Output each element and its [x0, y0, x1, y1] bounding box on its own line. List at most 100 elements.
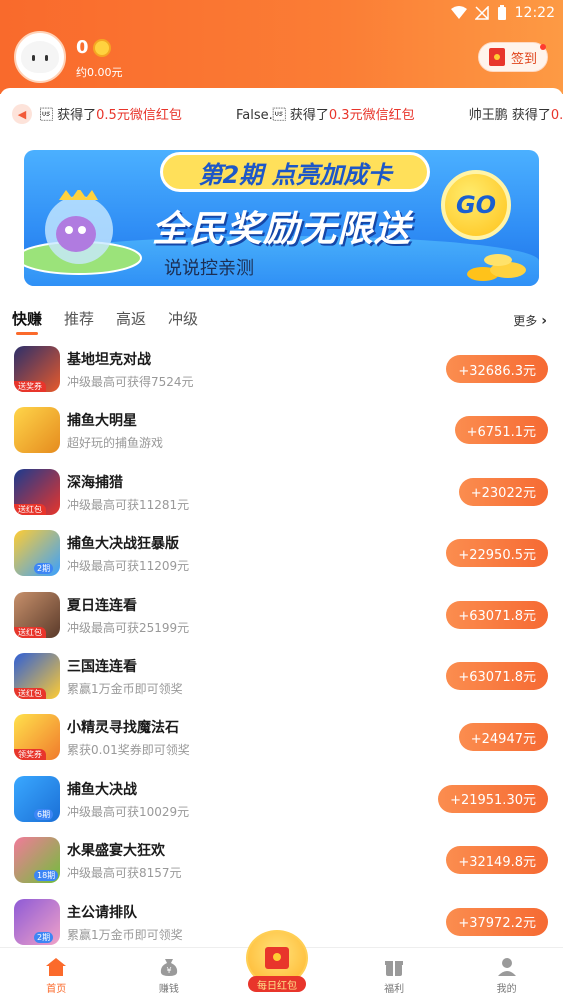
- nav-welfare-label: 福利: [384, 984, 405, 995]
- game-row[interactable]: 6期 捕鱼大决战冲级最高可获10029元 +21951.30元: [0, 770, 563, 831]
- nav-home[interactable]: 首页: [0, 948, 113, 1000]
- game-description: 冲级最高可获得7524元: [67, 375, 194, 389]
- game-icon-badge: 送红包: [14, 503, 46, 515]
- tab-recommend[interactable]: 推荐: [64, 308, 94, 335]
- game-row[interactable]: 捕鱼大明星超好玩的捕鱼游戏 +6751.1元: [0, 401, 563, 462]
- game-row[interactable]: 18期 水果盛宴大狂欢冲级最高可获8157元 +32149.8元: [0, 831, 563, 892]
- red-envelope-icon: [488, 48, 505, 66]
- avatar-face-icon: [21, 41, 59, 73]
- ticker-items: 获得了0.5元微信红包 False. 获得了0.3元微信红包 帅王鹏 获得了0.…: [40, 104, 563, 123]
- nav-earn[interactable]: ¥ 赚钱: [113, 948, 226, 1000]
- header: 12:22 0 约0.00元 签到: [0, 0, 563, 94]
- game-description: 冲级最高可获11281元: [67, 497, 190, 512]
- profile-icon: [497, 958, 516, 976]
- reward-button[interactable]: +32149.8元: [446, 846, 548, 875]
- ticker-item: False. 获得了0.3元微信红包: [236, 104, 415, 123]
- reward-button[interactable]: +23022元: [458, 477, 548, 506]
- ticker-user: False.: [235, 108, 286, 123]
- reward-button[interactable]: +24947元: [458, 723, 548, 752]
- game-icon: 18期: [14, 837, 60, 884]
- game-icon: 送红包: [14, 652, 60, 699]
- nav-profile[interactable]: 我的: [450, 948, 563, 1000]
- chevron-right-icon: ›: [541, 312, 547, 329]
- winner-ticker: ◀ 获得了0.5元微信红包 False. 获得了0.3元微信红包 帅王鹏 获得了…: [0, 88, 563, 134]
- ticker-amount: 0.5元微信红包: [96, 108, 182, 123]
- game-description: 冲级最高可获10029元: [67, 804, 190, 819]
- reward-button[interactable]: +37972.2元: [446, 907, 548, 936]
- game-name: 捕鱼大明星: [67, 413, 137, 430]
- game-name: 捕鱼大决战: [67, 781, 137, 798]
- tab-level-up[interactable]: 冲级: [168, 308, 198, 335]
- banner-tag: 第2期 点亮加成卡: [160, 152, 430, 192]
- game-name: 三国连连看: [67, 658, 137, 675]
- game-name: 夏日连连看: [67, 597, 137, 614]
- coin-balance: 0: [76, 37, 111, 58]
- coin-icon: [92, 38, 111, 57]
- ticker-text: 获得了: [511, 108, 551, 123]
- game-row[interactable]: 送奖券 基地坦克对战冲级最高可获得7524元 +32686.3元: [0, 340, 563, 401]
- game-icon-badge: 领奖券: [14, 749, 46, 761]
- game-icon: 送红包: [14, 591, 60, 638]
- game-description: 冲级最高可获8157元: [67, 866, 182, 881]
- game-period-badge: 2期: [34, 563, 54, 575]
- game-description: 累获0.01奖券即可领奖: [67, 743, 190, 758]
- reward-button[interactable]: +63071.8元: [446, 600, 548, 629]
- status-bar: 12:22: [450, 3, 555, 23]
- game-name: 基地坦克对战: [67, 352, 151, 368]
- game-row[interactable]: 送红包 深海捕猎冲级最高可获11281元 +23022元: [0, 463, 563, 524]
- watermark-text: 说说控亲测: [164, 258, 254, 279]
- wifi-icon: [450, 6, 467, 19]
- avatar[interactable]: [14, 31, 66, 83]
- game-icon: [14, 407, 60, 454]
- svg-text:¥: ¥: [166, 966, 171, 975]
- game-row[interactable]: 送红包 夏日连连看冲级最高可获25199元 +63071.8元: [0, 586, 563, 647]
- reward-button[interactable]: +21951.30元: [438, 784, 548, 813]
- game-icon-badge: 送红包: [14, 626, 46, 638]
- more-link[interactable]: 更多 ›: [513, 312, 547, 329]
- game-description: 累赢1万金币即可领奖: [67, 681, 183, 696]
- envelope-icon: [265, 947, 289, 969]
- ufo-mascot-icon: [24, 190, 142, 275]
- reward-button[interactable]: +6751.1元: [454, 416, 548, 445]
- battery-icon: [497, 5, 506, 20]
- banner-headline: 全民奖励无限送: [152, 209, 412, 250]
- game-description: 超好玩的捕鱼游戏: [67, 436, 164, 451]
- ticker-item: 获得了0.5元微信红包: [40, 104, 182, 123]
- game-icon-badge: 送红包: [14, 687, 46, 699]
- game-row[interactable]: 送红包 三国连连看累赢1万金币即可领奖 +63071.8元: [0, 647, 563, 708]
- yuan-balance: 约0.00元: [76, 66, 123, 79]
- promo-banner[interactable]: 第2期 点亮加成卡 全民奖励无限送 说说控亲测 GO: [24, 150, 539, 286]
- game-name: 水果盛宴大狂欢: [67, 843, 165, 860]
- notification-dot: [540, 44, 546, 50]
- ticker-text: 获得了: [57, 108, 97, 123]
- speaker-icon: ◀: [12, 104, 32, 124]
- game-period-badge: 6期: [34, 808, 54, 820]
- reward-button[interactable]: +22950.5元: [446, 539, 548, 568]
- game-period-badge: 2期: [34, 931, 54, 943]
- game-icon-badge: 送奖券: [14, 381, 46, 392]
- game-name: 深海捕猎: [67, 474, 123, 491]
- game-icon: 2期: [14, 898, 60, 945]
- game-description: 冲级最高可获11209元: [67, 559, 190, 574]
- game-name: 小精灵寻找魔法石: [67, 720, 179, 737]
- game-row[interactable]: 2期 捕鱼大决战狂暴版 冲级最高可获11209元 +22950.5元: [0, 524, 563, 585]
- ticker-amount: 0.3元微信红包: [328, 108, 415, 123]
- bottom-nav: 首页 ¥ 赚钱 福利 我的 每日红包: [0, 930, 563, 1000]
- category-tabs: 快赚 推荐 高返 冲级: [12, 308, 198, 335]
- daily-redpacket-button[interactable]: 每日红包: [246, 930, 308, 992]
- signin-button[interactable]: 签到: [478, 42, 548, 72]
- tab-quick-earn[interactable]: 快赚: [12, 308, 42, 335]
- game-icon: 送奖券: [14, 346, 60, 392]
- game-description: 累赢1万金币即可领奖: [67, 927, 183, 942]
- game-description: 冲级最高可获25199元: [67, 620, 190, 635]
- status-time: 12:22: [514, 5, 555, 21]
- reward-button[interactable]: +63071.8元: [446, 661, 548, 690]
- game-row[interactable]: 领奖券 小精灵寻找魔法石 累获0.01奖券即可领奖 +24947元: [0, 708, 563, 769]
- go-button[interactable]: GO: [441, 170, 511, 240]
- reward-button[interactable]: +32686.3元: [446, 355, 548, 383]
- nav-welfare[interactable]: 福利: [338, 948, 451, 1000]
- ticker-item: 帅王鹏 获得了0.4: [469, 104, 563, 123]
- game-name: 主公请排队: [67, 904, 137, 921]
- tab-high-return[interactable]: 高返: [116, 308, 146, 335]
- gift-icon: [385, 961, 404, 976]
